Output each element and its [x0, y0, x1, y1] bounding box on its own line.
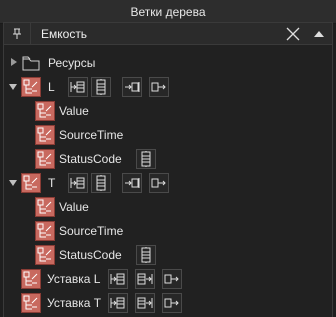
output-icon[interactable] — [162, 269, 182, 289]
node-icon — [21, 293, 41, 313]
node-icon — [35, 221, 55, 241]
tree-panel: Ресурсы L Value SourceTime StatusCode T — [3, 45, 333, 317]
read-block-icon[interactable] — [68, 77, 88, 97]
tree-item-T-statuscode-label[interactable]: StatusCode — [59, 248, 122, 262]
list-icon[interactable] — [91, 173, 111, 193]
folder-icon — [21, 53, 41, 73]
node-icon — [35, 101, 55, 121]
tree-item-L-statuscode-label[interactable]: StatusCode — [59, 152, 122, 166]
output-icon[interactable] — [149, 173, 169, 193]
node-icon — [21, 173, 41, 193]
write-block-icon[interactable] — [135, 293, 155, 313]
panel-toolbar: Емкость — [3, 22, 333, 45]
read-block-icon[interactable] — [68, 173, 88, 193]
node-icon — [35, 125, 55, 145]
tree-item-setpoint-T-label[interactable]: Уставка T — [47, 296, 101, 310]
pin-icon[interactable] — [4, 23, 31, 44]
write-in-icon[interactable] — [122, 173, 142, 193]
read-block-icon[interactable] — [108, 293, 128, 313]
node-icon — [21, 77, 41, 97]
tree-item-resources-label[interactable]: Ресурсы — [48, 56, 95, 70]
triangle-up-icon[interactable] — [306, 23, 332, 44]
tree-item-L-value-label[interactable]: Value — [59, 104, 89, 118]
write-in-icon[interactable] — [122, 77, 142, 97]
list-icon[interactable] — [91, 77, 111, 97]
read-block-icon[interactable] — [108, 269, 128, 289]
toolbar-title: Емкость — [41, 26, 88, 41]
node-icon — [35, 197, 55, 217]
expand-arrow-icon[interactable] — [10, 58, 18, 66]
tree-item-T-label[interactable]: T — [48, 176, 55, 190]
node-icon — [21, 269, 41, 289]
list-icon[interactable] — [136, 149, 156, 169]
tree-item-L-sourcetime-label[interactable]: SourceTime — [59, 128, 123, 142]
collapse-arrow-icon[interactable] — [9, 83, 17, 91]
close-icon[interactable] — [280, 23, 306, 44]
tree-item-T-sourcetime-label[interactable]: SourceTime — [59, 224, 123, 238]
output-icon[interactable] — [149, 77, 169, 97]
tree-item-L-label[interactable]: L — [48, 80, 55, 94]
tree-item-setpoint-L-label[interactable]: Уставка L — [47, 272, 100, 286]
window-titlebar: Ветки дерева — [0, 0, 336, 24]
collapse-arrow-icon[interactable] — [9, 179, 17, 187]
list-icon[interactable] — [136, 245, 156, 265]
write-block-icon[interactable] — [135, 269, 155, 289]
output-icon[interactable] — [162, 293, 182, 313]
node-icon — [35, 245, 55, 265]
node-icon — [35, 149, 55, 169]
window-title: Ветки дерева — [130, 4, 206, 19]
tree-item-T-value-label[interactable]: Value — [59, 200, 89, 214]
